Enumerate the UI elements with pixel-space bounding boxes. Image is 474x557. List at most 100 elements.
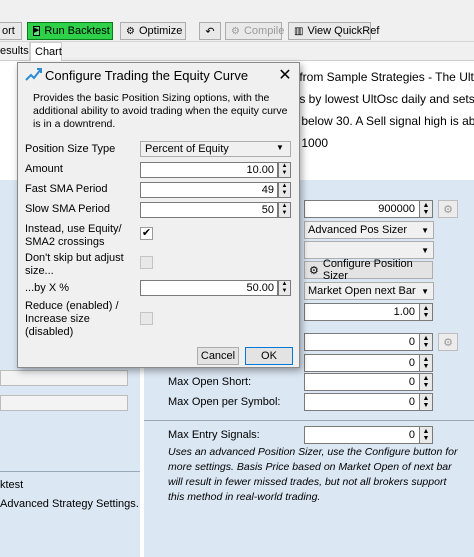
chevron-down-icon: ▼ — [276, 143, 284, 152]
slow-sma-input[interactable]: 50 — [140, 202, 278, 218]
optimize-label: Optimize — [138, 25, 183, 37]
position-size-type-select[interactable]: Percent of Equity — [140, 141, 291, 157]
max-open-symbol-spinner[interactable]: ▲ ▼ — [419, 393, 433, 411]
chevron-down-icon: ▼ — [421, 225, 429, 235]
max-open-value: 0 — [408, 336, 415, 348]
starting-capital-input[interactable]: 900000 — [304, 200, 420, 218]
by-x-percent-input[interactable]: 50.00 — [140, 280, 278, 296]
gear-icon: ⚙ — [126, 25, 135, 37]
strategy-description: ion from Sample Strategies - The Ulti an… — [280, 66, 474, 154]
secondary-select[interactable]: ▼ — [304, 241, 434, 259]
max-open-symbol-input[interactable]: 0 — [304, 393, 420, 411]
reduce-increase-label: Reduce (enabled) / Increase size (disabl… — [25, 300, 119, 338]
spin-up-icon: ▲ — [422, 202, 430, 209]
configure-position-sizer-button[interactable]: ⚙ Configure Position Sizer — [304, 258, 433, 282]
run-backtest-label: Run Backtest — [44, 25, 110, 37]
spin-up-icon: ▲ — [422, 375, 430, 382]
tab-chart-label: Chart — [35, 46, 62, 58]
max-entry-signals-spinner[interactable]: ▲ ▼ — [419, 426, 433, 444]
starting-capital-value: 900000 — [378, 203, 415, 215]
spin-up-icon: ▲ — [281, 203, 288, 209]
max-open-short-input[interactable]: 0 — [304, 373, 420, 391]
close-icon[interactable]: ✕ — [275, 65, 295, 85]
description-line: anks by lowest UltOsc daily and sets t — [280, 92, 474, 106]
fast-sma-spinner[interactable]: ▲ ▼ — [278, 182, 291, 198]
left-tip-line: ktest — [0, 479, 24, 491]
spin-down-icon: ▼ — [422, 402, 430, 409]
spin-down-icon: ▼ — [422, 342, 430, 349]
left-field[interactable] — [0, 370, 128, 386]
fast-sma-label: Fast SMA Period — [25, 183, 108, 195]
max-entry-signals-input[interactable]: 0 — [304, 426, 420, 444]
spin-down-icon: ▼ — [281, 170, 288, 176]
description-line: sell 1000 — [280, 136, 329, 150]
run-backtest-button[interactable]: ▶ Run Backtest — [27, 22, 113, 40]
capital-settings-button[interactable]: ⚙ — [438, 200, 458, 218]
spin-down-icon: ▼ — [281, 190, 288, 196]
chevron-down-icon: ▼ — [421, 245, 429, 255]
by-x-percent-spinner[interactable]: ▲ ▼ — [278, 280, 291, 296]
use-equity-crossings-checkbox[interactable]: ✔ — [140, 227, 153, 240]
max-open-settings-button[interactable]: ⚙ — [438, 333, 458, 351]
ratio-input[interactable]: 1.00 — [304, 303, 420, 321]
divider — [144, 420, 474, 421]
tab-results[interactable]: esults — [0, 42, 30, 61]
slow-sma-label: Slow SMA Period — [25, 203, 110, 215]
tab-bar: esults Chart — [0, 42, 474, 61]
max-open-short-value: 0 — [408, 376, 415, 388]
spin-up-icon: ▲ — [281, 281, 288, 287]
quickref-label: View QuickRef — [307, 25, 380, 37]
amount-spinner[interactable]: ▲ ▼ — [278, 162, 291, 178]
configure-position-sizer-label: Configure Position Sizer — [322, 258, 413, 282]
left-field[interactable] — [0, 395, 128, 411]
toolbar: ort ▶ Run Backtest ⚙ Optimize ↶ ⚙ Compil… — [0, 0, 474, 42]
ratio-spinner[interactable]: ▲ ▼ — [419, 303, 433, 321]
max-open-long-input[interactable]: 0 — [304, 354, 420, 372]
use-equity-crossings-label: Instead, use Equity/ SMA2 crossings — [25, 223, 122, 248]
chevron-down-icon: ▼ — [421, 286, 429, 296]
optimize-button[interactable]: ⚙ Optimize — [120, 22, 186, 40]
refresh-icon: ↶ — [205, 25, 215, 38]
max-open-symbol-value: 0 — [408, 396, 415, 408]
description-line: ion from Sample Strategies - The Ulti — [280, 70, 474, 84]
ok-button[interactable]: OK — [245, 347, 293, 365]
spin-up-icon: ▲ — [422, 395, 430, 402]
spin-down-icon: ▼ — [422, 209, 430, 216]
position-size-type-value: Percent of Equity — [145, 143, 229, 155]
dialog-title: Configure Trading the Equity Curve — [45, 68, 249, 83]
gear-icon: ⚙ — [443, 203, 453, 216]
spin-up-icon: ▲ — [422, 428, 430, 435]
view-quickref-button[interactable]: ▥ View QuickRef — [288, 22, 379, 40]
spin-up-icon: ▲ — [281, 163, 288, 169]
amount-label: Amount — [25, 163, 63, 175]
max-open-short-spinner[interactable]: ▲ ▼ — [419, 373, 433, 391]
slow-sma-value: 50 — [261, 204, 274, 216]
reduce-increase-checkbox[interactable] — [140, 312, 153, 325]
ok-label: OK — [261, 350, 277, 362]
order-type-select[interactable]: Market Open next Bar ▼ — [304, 282, 434, 300]
compile-icon: ⚙ — [231, 25, 240, 37]
cancel-button[interactable]: Cancel — [197, 347, 239, 365]
max-open-input[interactable]: 0 — [304, 333, 420, 351]
dialog-description: Provides the basic Position Sizing optio… — [33, 92, 288, 130]
amount-value: 10.00 — [246, 164, 274, 176]
order-type-value: Market Open next Bar — [308, 285, 416, 297]
spin-down-icon: ▼ — [281, 210, 288, 216]
slow-sma-spinner[interactable]: ▲ ▼ — [278, 202, 291, 218]
port-button[interactable]: ort — [0, 22, 22, 40]
spin-up-icon: ▲ — [281, 183, 288, 189]
max-open-spinner[interactable]: ▲ ▼ — [419, 333, 433, 351]
tab-chart[interactable]: Chart — [30, 42, 62, 61]
configure-equity-curve-dialog: Configure Trading the Equity Curve ✕ Pro… — [17, 62, 300, 368]
amount-input[interactable]: 10.00 — [140, 162, 278, 178]
refresh-button[interactable]: ↶ — [199, 22, 221, 40]
position-sizer-select[interactable]: Advanced Pos Sizer ▼ — [304, 221, 434, 239]
capital-spinner[interactable]: ▲ ▼ — [419, 200, 433, 218]
fast-sma-input[interactable]: 49 — [140, 182, 278, 198]
gear-icon: ⚙ — [443, 336, 453, 349]
max-open-long-spinner[interactable]: ▲ ▼ — [419, 354, 433, 372]
dont-skip-checkbox[interactable] — [140, 256, 153, 269]
compile-button[interactable]: ⚙ Compile — [225, 22, 284, 40]
play-icon: ▶ — [33, 26, 41, 36]
by-x-percent-label: ...by X % — [25, 282, 70, 294]
